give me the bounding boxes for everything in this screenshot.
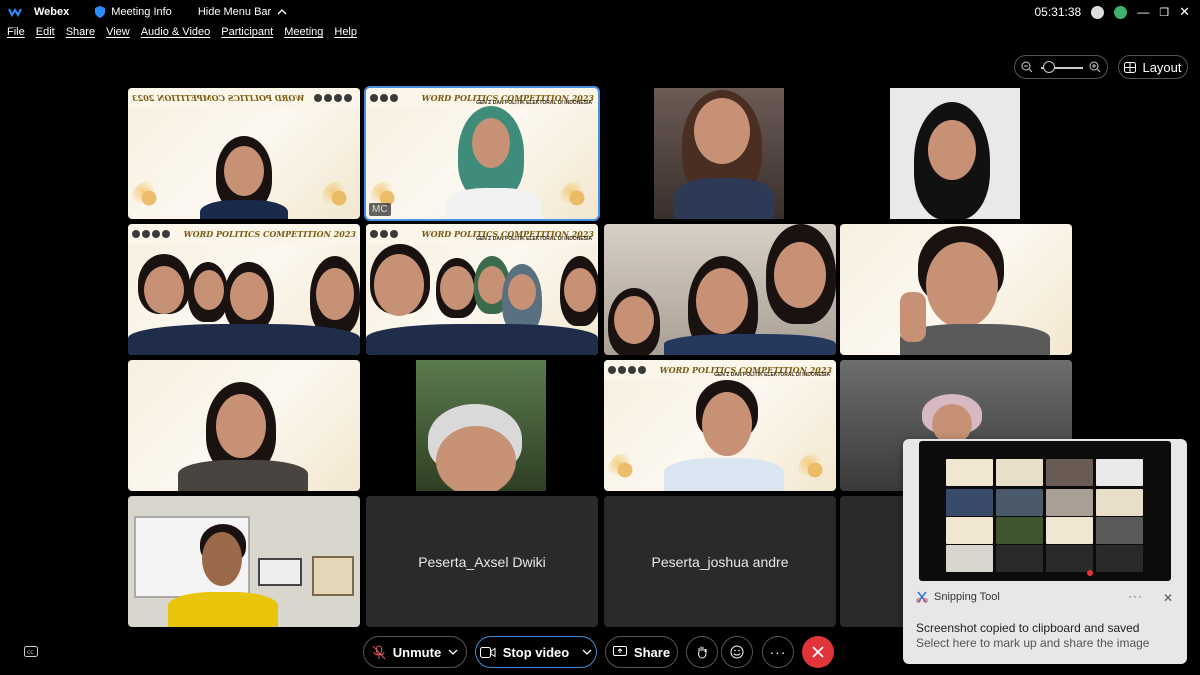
banner-subtitle: GEN Z DAN POLITIK ELEKTORAL DI INDONESIA — [714, 372, 830, 378]
assistant-icon[interactable] — [1091, 5, 1105, 19]
webex-logo-icon — [8, 8, 22, 17]
more-dots-icon: ··· — [769, 644, 787, 660]
unmute-button[interactable]: Unmute — [363, 636, 467, 668]
zoom-control[interactable] — [1014, 55, 1108, 79]
mic-muted-icon — [372, 645, 386, 659]
more-options-button[interactable]: ··· — [762, 636, 794, 668]
toast-close-icon[interactable]: ✕ — [1163, 591, 1173, 605]
chevron-down-icon[interactable] — [582, 649, 592, 655]
meeting-info-button[interactable]: Meeting Info — [95, 6, 172, 18]
snipping-tool-icon — [916, 591, 928, 603]
event-banner: WORD POLITICS COMPETITION 2023 — [128, 88, 360, 108]
zoom-in-icon[interactable] — [1089, 61, 1101, 73]
menu-meeting[interactable]: Meeting — [284, 26, 323, 44]
video-tile[interactable]: WORD POLITICS COMPETITION 2023 — [128, 88, 360, 219]
clock: 05:31:38 — [1034, 5, 1082, 19]
app-name: Webex — [34, 6, 70, 18]
close-icon — [812, 646, 824, 658]
event-banner: WORD POLITICS COMPETITION 2023 — [128, 224, 360, 244]
layout-button[interactable]: Layout — [1118, 55, 1188, 79]
menu-share[interactable]: Share — [66, 26, 95, 44]
event-banner: WORD POLITICS COMPETITION 2023 GEN Z DAN… — [366, 224, 598, 244]
banner-subtitle: GEN Z DAN POLITIK ELEKTORAL DI INDONESIA — [476, 100, 592, 106]
layout-label: Layout — [1142, 59, 1182, 75]
participant-name: Peserta_Axsel Dwiki — [418, 553, 546, 570]
smiley-icon — [730, 645, 744, 659]
video-tile-joshua[interactable]: Peserta_joshua andre — [604, 496, 836, 627]
stop-video-button[interactable]: Stop video — [475, 636, 597, 668]
video-tile[interactable] — [128, 360, 360, 491]
minimize-button[interactable]: — — [1137, 5, 1149, 19]
video-tile-axsel[interactable]: Peserta_Axsel Dwiki — [366, 496, 598, 627]
share-screen-icon — [612, 646, 627, 656]
video-tile[interactable]: WORD POLITICS COMPETITION 2023 — [128, 224, 360, 355]
menu-participant[interactable]: Participant — [221, 26, 273, 44]
video-tile[interactable] — [604, 224, 836, 355]
participant-name: Peserta_joshua andre — [651, 553, 789, 570]
raise-hand-button[interactable] — [686, 636, 718, 668]
screenshot-thumbnail[interactable] — [919, 441, 1171, 581]
banner-title: WORD POLITICS COMPETITION 2023 — [132, 93, 305, 103]
meeting-info-label: Meeting Info — [111, 6, 172, 18]
event-banner: WORD POLITICS COMPETITION 2023 GEN Z DAN… — [604, 360, 836, 380]
toast-more-icon[interactable]: ··· — [1128, 589, 1143, 603]
menu-edit[interactable]: Edit — [36, 26, 55, 44]
stop-video-label: Stop video — [502, 644, 570, 660]
video-camera-icon — [479, 646, 496, 658]
event-banner: WORD POLITICS COMPETITION 2023 GEN Z DAN… — [366, 88, 598, 108]
menu-bar: File Edit Share View Audio & Video Parti… — [0, 26, 361, 44]
hand-icon — [698, 646, 707, 659]
banner-title: WORD POLITICS COMPETITION 2023 — [183, 229, 356, 239]
toast-app-name: Snipping Tool — [934, 591, 1000, 603]
share-button[interactable]: Share — [605, 636, 678, 668]
video-tile[interactable] — [840, 224, 1072, 355]
shield-icon — [95, 6, 106, 18]
chevron-down-icon[interactable] — [448, 649, 458, 655]
video-tile[interactable]: WORD POLITICS COMPETITION 2023 GEN Z DAN… — [604, 360, 836, 491]
menu-file[interactable]: File — [7, 26, 25, 44]
unmute-label: Unmute — [392, 644, 442, 660]
title-bar: Webex Meeting Info Hide Menu Bar 05:31:3… — [0, 0, 1200, 24]
video-tile[interactable] — [604, 88, 836, 219]
hide-menu-bar-button[interactable]: Hide Menu Bar — [198, 6, 287, 18]
toast-subtext: Select here to mark up and share the ima… — [916, 636, 1150, 650]
video-tile[interactable] — [128, 496, 360, 627]
share-label: Share — [633, 644, 671, 660]
chevron-up-icon — [277, 9, 287, 15]
participant-label: MC — [369, 203, 391, 216]
reactions-button[interactable] — [721, 636, 753, 668]
stats-icon[interactable] — [1114, 5, 1128, 19]
video-tile-mc[interactable]: WORD POLITICS COMPETITION 2023 GEN Z DAN… — [364, 86, 600, 221]
webex-app[interactable]: Webex — [8, 6, 69, 18]
video-tile[interactable] — [366, 360, 598, 491]
zoom-slider-knob[interactable] — [1043, 61, 1055, 73]
video-tile[interactable]: WORD POLITICS COMPETITION 2023 GEN Z DAN… — [366, 224, 598, 355]
restore-button[interactable]: ❐ — [1159, 6, 1169, 19]
snipping-tool-notification[interactable]: Snipping Tool ··· ✕ Screenshot copied to… — [903, 439, 1187, 664]
toast-header: Snipping Tool — [916, 591, 1000, 603]
toast-message: Screenshot copied to clipboard and saved — [916, 621, 1140, 635]
zoom-out-icon[interactable] — [1021, 61, 1033, 73]
layout-grid-icon — [1124, 61, 1137, 73]
video-tile[interactable] — [840, 88, 1072, 219]
end-meeting-button[interactable] — [802, 636, 834, 668]
menu-view[interactable]: View — [106, 26, 130, 44]
banner-subtitle: GEN Z DAN POLITIK ELEKTORAL DI INDONESIA — [476, 236, 592, 242]
close-window-button[interactable]: ✕ — [1179, 4, 1190, 20]
hide-menu-label: Hide Menu Bar — [197, 6, 272, 18]
menu-audio-video[interactable]: Audio & Video — [141, 26, 211, 44]
menu-help[interactable]: Help — [334, 26, 357, 44]
